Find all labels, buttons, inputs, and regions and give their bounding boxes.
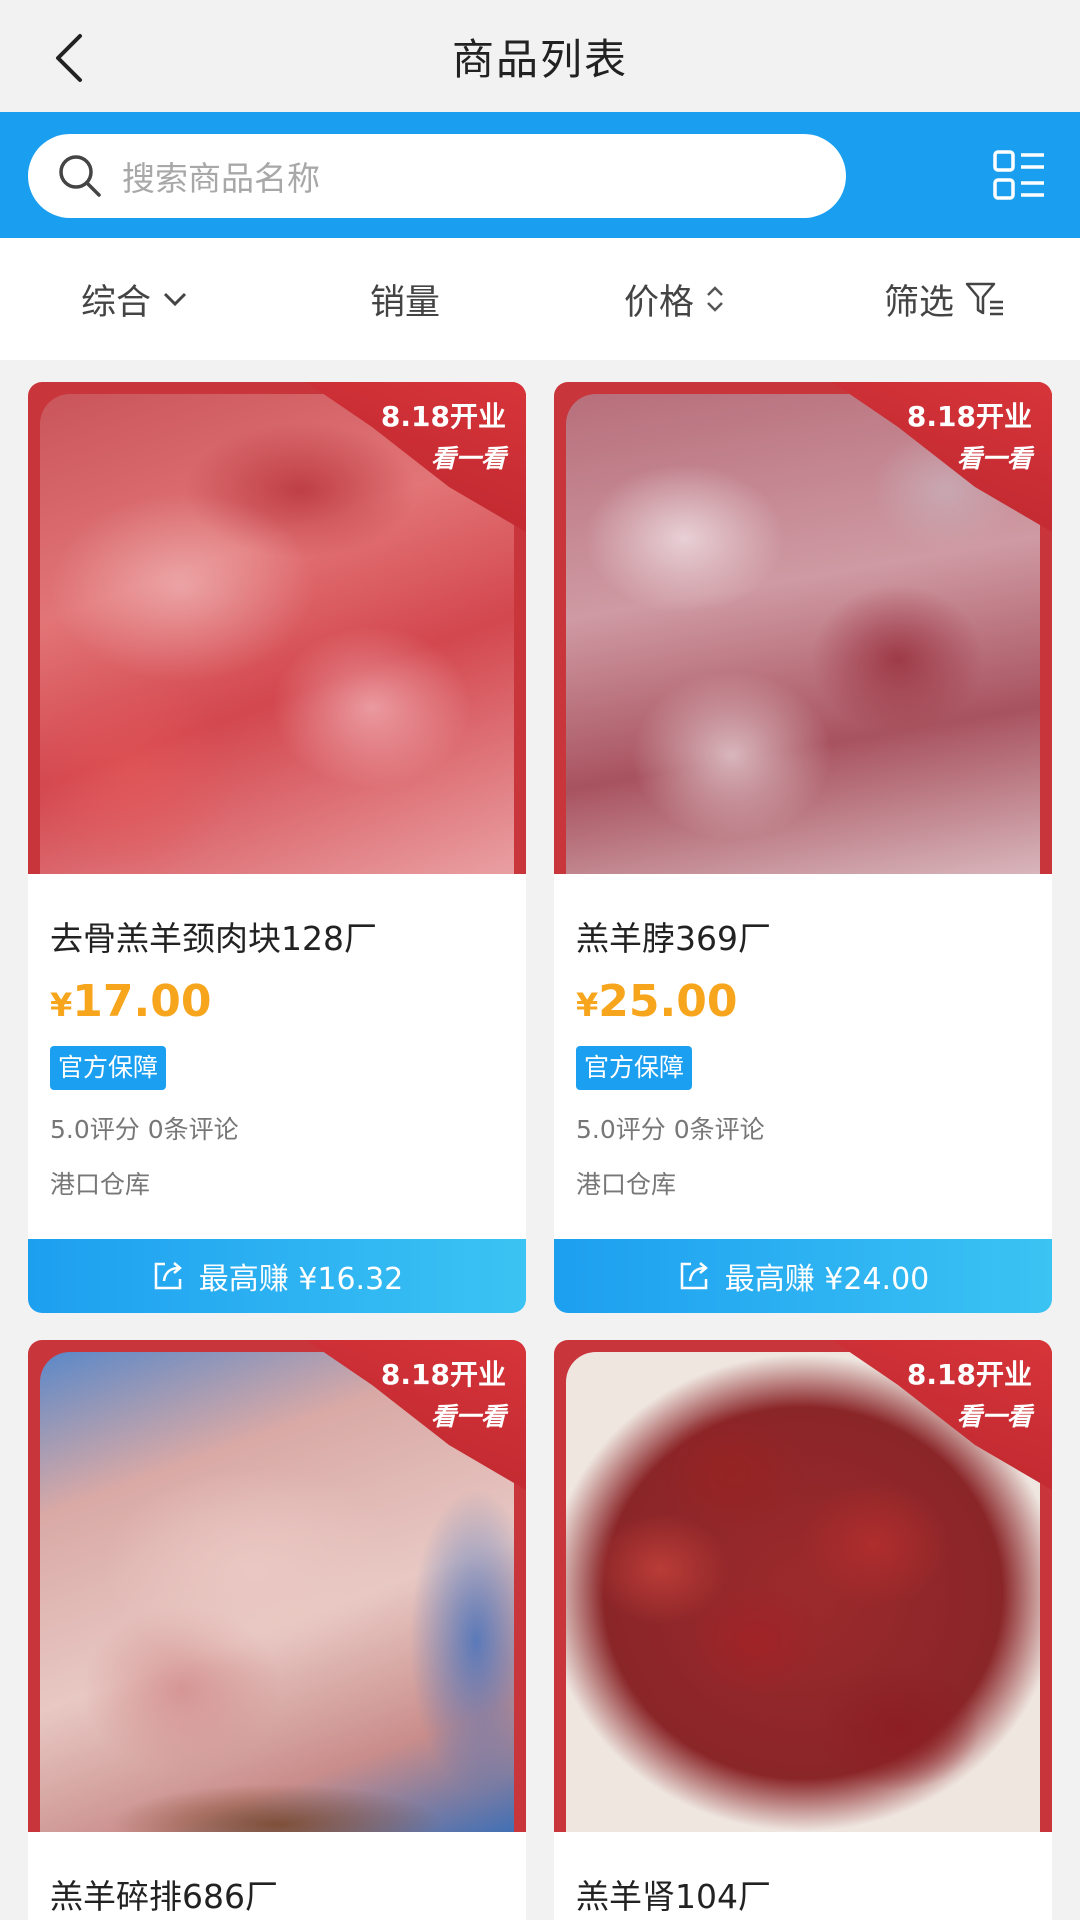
promo-line2: 看一看 xyxy=(430,1402,506,1431)
product-rating: 5.0评分 0条评论 xyxy=(50,1115,239,1144)
promo-ribbon-text: 8.18开业 看一看 xyxy=(381,396,506,480)
sort-price[interactable]: 价格 xyxy=(540,238,810,360)
search-icon xyxy=(59,155,101,197)
sort-comprehensive[interactable]: 综合 xyxy=(0,238,270,360)
sort-filter[interactable]: 筛选 xyxy=(810,238,1080,360)
share-icon xyxy=(151,1259,185,1293)
sort-bar: 综合 销量 价格 筛选 xyxy=(0,238,1080,360)
product-name: 羔羊碎排686厂 xyxy=(50,1877,278,1916)
search-placeholder: 搜索商品名称 xyxy=(122,159,320,198)
promo-line1: 8.18开业 xyxy=(380,400,506,433)
promo-line1: 8.18开业 xyxy=(906,400,1032,433)
product-price: ¥25.00 xyxy=(576,976,737,1027)
price-value: 17.00 xyxy=(72,976,212,1027)
search-input[interactable]: 搜索商品名称 xyxy=(28,134,846,218)
product-photo-frame: 8.18开业 看一看 xyxy=(28,1340,526,1832)
currency-symbol: ¥ xyxy=(576,986,599,1024)
product-warehouse: 港口仓库 xyxy=(576,1170,677,1199)
promo-line1: 8.18开业 xyxy=(380,1358,506,1391)
sort-label: 综合 xyxy=(80,282,151,323)
earn-label: 最高赚 ¥16.32 xyxy=(198,1262,404,1297)
filter-icon xyxy=(964,280,1006,318)
promo-line2: 看一看 xyxy=(956,1402,1032,1431)
earn-label: 最高赚 ¥24.00 xyxy=(724,1262,930,1297)
official-guarantee-badge: 官方保障 xyxy=(576,1046,693,1090)
promo-line2: 看一看 xyxy=(430,444,506,473)
sort-label: 销量 xyxy=(369,282,440,323)
price-value: 25.00 xyxy=(598,976,738,1027)
top-nav-bar: 商品列表 xyxy=(0,0,1080,112)
product-card[interactable]: 8.18开业 看一看 去骨羔羊颈肉块128厂 ¥17.00 官方保障 5.0评分… xyxy=(28,382,526,1311)
earn-button[interactable]: 最高赚 ¥24.00 xyxy=(554,1239,1052,1313)
promo-ribbon-text: 8.18开业 看一看 xyxy=(907,1354,1032,1438)
page-title: 商品列表 xyxy=(451,34,628,84)
product-warehouse: 港口仓库 xyxy=(50,1170,151,1199)
promo-line1: 8.18开业 xyxy=(906,1358,1032,1391)
official-guarantee-badge: 官方保障 xyxy=(50,1046,167,1090)
layout-toggle-icon[interactable] xyxy=(992,148,1048,204)
sort-sales[interactable]: 销量 xyxy=(270,238,540,360)
share-icon xyxy=(677,1259,711,1293)
product-rating: 5.0评分 0条评论 xyxy=(576,1115,765,1144)
sort-label: 价格 xyxy=(623,282,694,323)
earn-button[interactable]: 最高赚 ¥16.32 xyxy=(28,1239,526,1313)
product-name: 羔羊肾104厂 xyxy=(576,1877,771,1916)
product-photo-frame: 8.18开业 看一看 xyxy=(554,382,1052,874)
product-photo-frame: 8.18开业 看一看 xyxy=(28,382,526,874)
sort-label: 筛选 xyxy=(883,282,954,323)
product-card[interactable]: 8.18开业 看一看 羔羊肾104厂 xyxy=(554,1340,1052,1920)
product-name: 羔羊脖369厂 xyxy=(576,919,771,958)
promo-ribbon-text: 8.18开业 看一看 xyxy=(381,1354,506,1438)
product-card[interactable]: 8.18开业 看一看 羔羊脖369厂 ¥25.00 官方保障 5.0评分 0条评… xyxy=(554,382,1052,1311)
product-card[interactable]: 8.18开业 看一看 羔羊碎排686厂 xyxy=(28,1340,526,1920)
sort-updown-icon xyxy=(704,283,726,315)
currency-symbol: ¥ xyxy=(50,986,73,1024)
promo-ribbon-text: 8.18开业 看一看 xyxy=(907,396,1032,480)
chevron-down-icon xyxy=(161,289,189,309)
product-photo-frame: 8.18开业 看一看 xyxy=(554,1340,1052,1832)
product-price: ¥17.00 xyxy=(50,976,211,1027)
product-name: 去骨羔羊颈肉块128厂 xyxy=(50,919,377,958)
search-band: 搜索商品名称 xyxy=(0,112,1080,238)
promo-line2: 看一看 xyxy=(956,444,1032,473)
